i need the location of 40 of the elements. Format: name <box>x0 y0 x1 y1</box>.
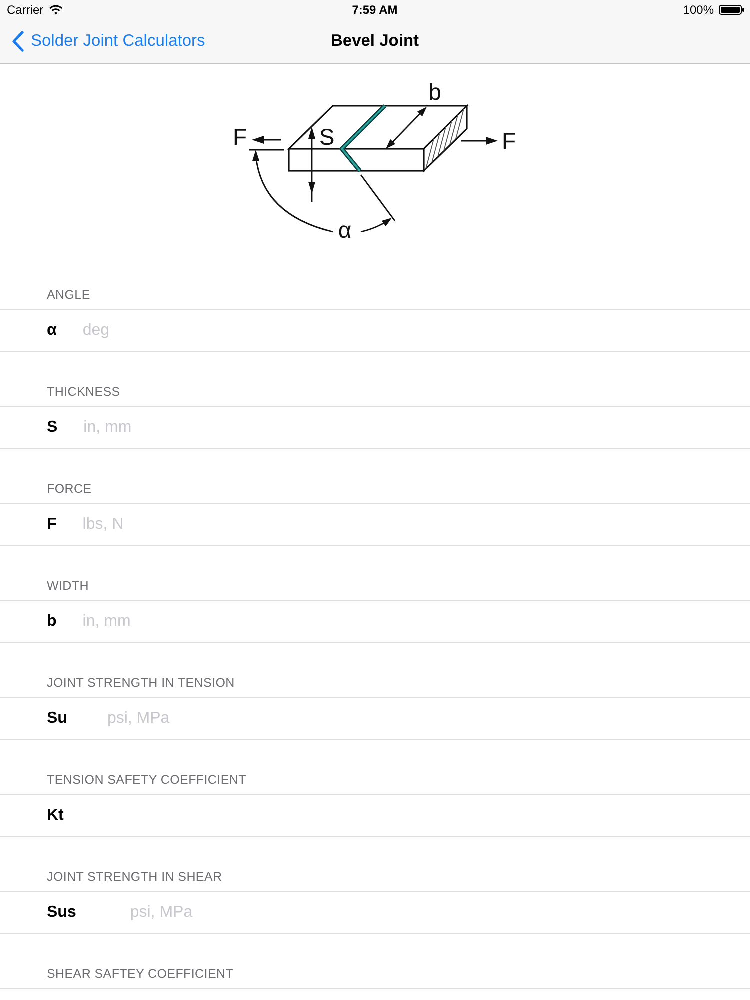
leader-line <box>360 174 396 222</box>
angle-label: α <box>338 217 352 243</box>
screen-title: Bevel Joint <box>330 32 420 51</box>
section-header: THICKNESS <box>47 384 120 400</box>
section-header: TENSION SAFETY COEFFICIENT <box>47 772 246 788</box>
input-field[interactable]: in, mm <box>84 418 730 436</box>
field-label: b <box>47 612 57 630</box>
section-header: ANGLE <box>47 287 90 303</box>
section-header: JOINT STRENGTH IN TENSION <box>47 675 235 691</box>
weld-seam-line <box>339 104 386 172</box>
chevron-left-icon <box>12 31 24 52</box>
field-label: F <box>47 516 57 534</box>
force-arrow <box>252 136 281 144</box>
field-label: Su <box>47 710 68 728</box>
force-label: F <box>502 128 516 154</box>
input-field[interactable]: deg <box>82 322 730 340</box>
wifi-icon <box>48 5 63 15</box>
input-field[interactable]: lbs, N <box>82 516 730 534</box>
section-header: SHEAR SAFTEY COEFFICIENT <box>47 966 234 982</box>
section-header: WIDTH <box>47 578 89 594</box>
input-field[interactable]: psi, MPa <box>130 904 730 922</box>
battery-percent: 100% <box>683 3 714 17</box>
width-dimension-arrow <box>386 107 427 149</box>
extension-line <box>249 149 284 151</box>
battery-icon <box>719 5 745 15</box>
field-label: Sus <box>47 904 76 922</box>
input-field[interactable]: in, mm <box>82 612 730 630</box>
input-field[interactable]: psi, MPa <box>107 710 730 728</box>
field-label: α <box>47 322 57 340</box>
back-button[interactable]: Solder Joint Calculators <box>0 31 206 52</box>
force-arrow <box>461 137 498 145</box>
section-header: FORCE <box>47 481 92 497</box>
section-header: JOINT STRENGTH IN SHEAR <box>47 869 222 885</box>
width-label: b <box>428 79 442 105</box>
thickness-label: S <box>319 124 335 150</box>
field-label: S <box>47 418 58 436</box>
force-label: F <box>232 124 248 150</box>
carrier-label: Carrier <box>7 3 44 17</box>
clock-time: 7:59 AM <box>352 3 398 17</box>
field-label: Kt <box>47 806 64 824</box>
